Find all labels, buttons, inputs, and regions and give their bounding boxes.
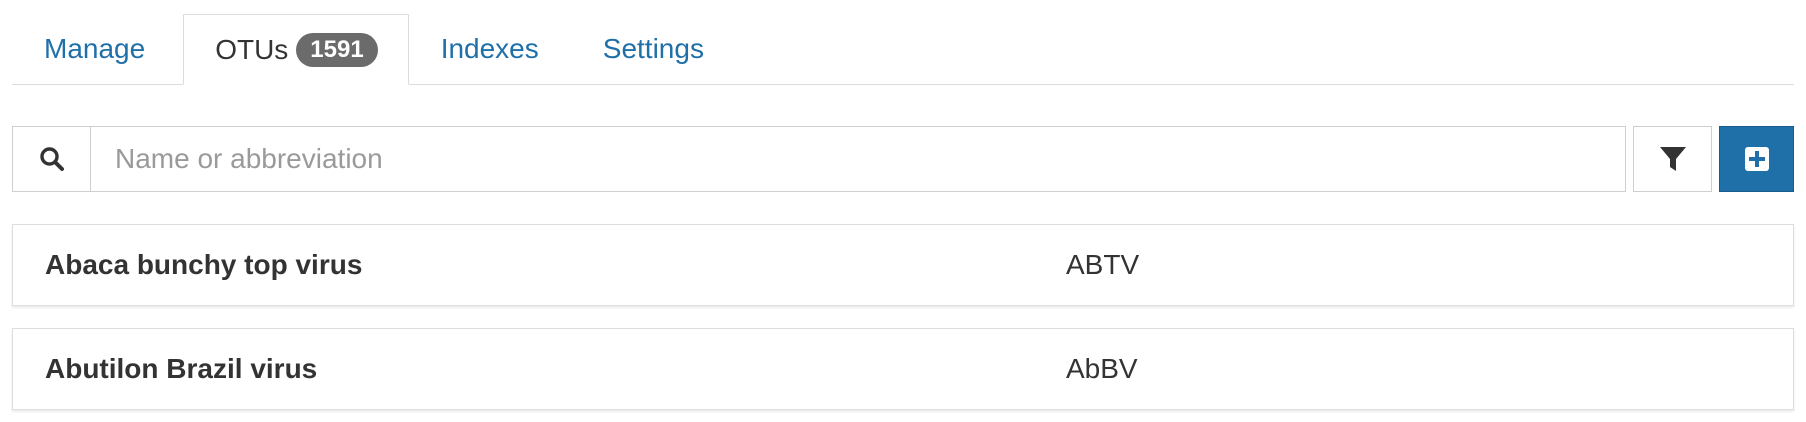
search-icon <box>13 127 91 191</box>
tab-manage[interactable]: Manage <box>12 14 183 84</box>
list-item[interactable]: Abutilon Brazil virus AbBV <box>12 328 1794 410</box>
otu-count-badge: 1591 <box>296 32 378 67</box>
tab-label: Manage <box>44 33 146 64</box>
tab-settings[interactable]: Settings <box>571 14 736 84</box>
otu-abbreviation: AbBV <box>1066 353 1138 384</box>
page: Manage OTUs 1591 Indexes Settings Name o… <box>0 0 1806 422</box>
tab-label: Settings <box>602 33 704 64</box>
filter-button[interactable] <box>1633 126 1712 192</box>
list-item[interactable]: Abaca bunchy top virus ABTV <box>12 224 1794 306</box>
create-otu-button[interactable] <box>1719 126 1794 192</box>
search-group <box>12 126 1626 192</box>
tab-bar: Manage OTUs 1591 Indexes Settings <box>12 14 1794 85</box>
otu-name: Abutilon Brazil virus <box>45 353 318 384</box>
otu-name: Abaca bunchy top virus <box>45 249 363 280</box>
tab-indexes[interactable]: Indexes <box>409 14 571 84</box>
plus-square-icon <box>1744 147 1769 171</box>
tab-label: OTUs <box>215 33 289 65</box>
otu-abbreviation: ABTV <box>1066 249 1140 280</box>
search-input[interactable] <box>91 127 1625 191</box>
search-toolbar <box>12 126 1794 194</box>
tab-label: Indexes <box>440 33 539 64</box>
tab-otus[interactable]: OTUs 1591 <box>183 14 409 85</box>
filter-icon <box>1659 147 1686 171</box>
